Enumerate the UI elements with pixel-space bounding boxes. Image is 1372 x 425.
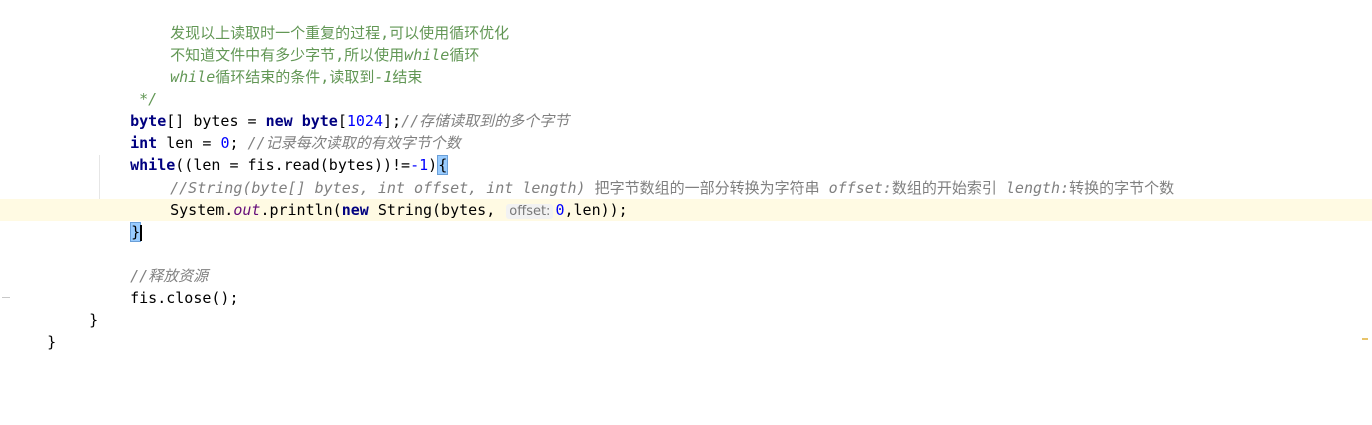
code-text: ,len)); xyxy=(564,201,628,219)
line-comment: 把字节数组的一部分转换为字符串 xyxy=(594,179,829,197)
code-line[interactable]: } xyxy=(94,199,143,242)
code-line[interactable]: //String(byte[] bytes, int offset, int l… xyxy=(134,155,1174,197)
code-line[interactable]: //释放资源 xyxy=(94,243,208,285)
code-line[interactable]: while循环结束的条件,读取到-1结束 xyxy=(134,44,422,86)
code-text: System. xyxy=(170,201,234,219)
code-text: .println( xyxy=(260,201,342,219)
code-line[interactable]: 不知道文件中有多少字节,所以使用while循环 xyxy=(134,22,479,64)
static-field: out xyxy=(233,201,261,219)
code-text: fis.close(); xyxy=(130,289,239,307)
doc-comment-keyword: while xyxy=(170,68,216,86)
code-line[interactable]: */ xyxy=(94,66,157,108)
code-line[interactable]: int len = 0; //记录每次读取的有效字节个数 xyxy=(94,110,460,152)
code-editor[interactable]: 发现以上读取时一个重复的过程,可以使用循环优化 不知道文件中有多少字节,所以使用… xyxy=(0,0,1372,425)
line-comment: length: xyxy=(1005,179,1070,197)
line-comment: 转换的字节个数 xyxy=(1069,179,1175,197)
code-line[interactable]: fis.close(); xyxy=(94,265,238,307)
code-line[interactable]: while((len = fis.read(bytes))!=-1){ xyxy=(94,132,449,175)
fold-marker[interactable] xyxy=(2,297,10,298)
doc-comment-text: 结束 xyxy=(392,68,423,86)
doc-comment-text: 循环 xyxy=(449,46,480,64)
code-text: } xyxy=(47,333,57,351)
keyword: new xyxy=(341,201,369,219)
code-text: String(bytes, xyxy=(368,201,505,219)
line-comment: offset: xyxy=(828,179,892,197)
doc-comment-number: -1 xyxy=(374,68,393,86)
parameter-hint: offset: xyxy=(506,204,554,219)
text-caret xyxy=(140,224,143,241)
code-line[interactable]: } xyxy=(11,309,56,351)
code-text: } xyxy=(89,311,99,329)
code-line[interactable]: byte[] bytes = new byte[1024];//存储读取到的多个… xyxy=(94,88,569,130)
line-comment: 数组的开始索引 xyxy=(891,179,1006,197)
code-line[interactable]: 发现以上读取时一个重复的过程,可以使用循环优化 xyxy=(134,0,509,42)
doc-comment-text: 循环结束的条件,读取到 xyxy=(215,68,375,86)
scrollbar-marker[interactable] xyxy=(1362,338,1368,340)
code-line[interactable]: System.out.println(new String(bytes, off… xyxy=(134,177,628,219)
code-line[interactable]: } xyxy=(53,287,98,329)
